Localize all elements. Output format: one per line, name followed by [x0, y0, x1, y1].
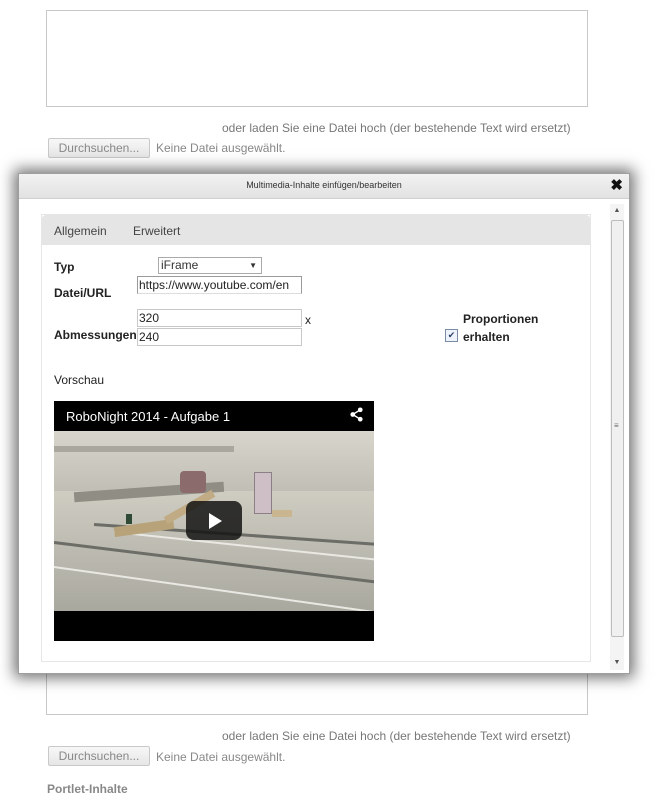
scroll-thumb[interactable]: ≡: [611, 220, 624, 637]
dimensions-label: Abmessungen: [54, 328, 137, 342]
close-icon[interactable]: ✖: [610, 176, 623, 194]
browse-button-top[interactable]: Durchsuchen...: [48, 138, 150, 158]
portlet-contents-label: Portlet-Inhalte: [47, 782, 128, 796]
height-input[interactable]: 240: [137, 328, 302, 346]
proportions-label: Proportionen: [463, 312, 539, 326]
url-label: Datei/URL: [54, 286, 112, 300]
dialog-content: Allgemein Erweitert Typ iFrame ▼ Datei/U…: [41, 214, 591, 662]
share-icon[interactable]: [349, 407, 364, 426]
no-file-text-top: Keine Datei ausgewählt.: [156, 141, 286, 155]
tab-bar: Allgemein Erweitert: [42, 215, 590, 245]
url-input[interactable]: https://www.youtube.com/en: [137, 276, 302, 294]
scroll-down-arrow-icon[interactable]: ▼: [610, 656, 624, 670]
text-area-top[interactable]: [46, 10, 588, 107]
type-select-value: iFrame: [161, 258, 199, 272]
dialog-titlebar[interactable]: Multimedia-Inhalte einfügen/bearbeiten ✖: [19, 174, 629, 199]
text-area-bottom[interactable]: [46, 674, 588, 715]
grip-icon: ≡: [614, 421, 619, 430]
video-title: RoboNight 2014 - Aufgabe 1: [66, 409, 231, 424]
keep-proportions-checkbox[interactable]: ✔: [445, 329, 458, 342]
type-label: Typ: [54, 260, 75, 274]
width-input[interactable]: 320: [137, 309, 302, 327]
proportions-label-second-line: erhalten: [463, 330, 510, 344]
chevron-down-icon: ▼: [249, 261, 257, 270]
dimensions-separator: x: [305, 313, 311, 327]
video-tower: [254, 472, 272, 514]
dialog-scrollbar[interactable]: ▲ ≡ ▼: [610, 204, 624, 670]
no-file-text-bottom: Keine Datei ausgewählt.: [156, 750, 286, 764]
multimedia-dialog: Multimedia-Inhalte einfügen/bearbeiten ✖…: [18, 173, 630, 674]
type-select[interactable]: iFrame ▼: [158, 257, 262, 274]
video-block: [272, 510, 292, 517]
browse-button-bottom[interactable]: Durchsuchen...: [48, 746, 150, 766]
tab-advanced[interactable]: Erweitert: [133, 224, 180, 238]
upload-hint-top: oder laden Sie eine Datei hoch (der best…: [222, 121, 571, 135]
video-small-object: [126, 514, 132, 524]
tab-general[interactable]: Allgemein: [54, 224, 107, 238]
preview-label: Vorschau: [54, 373, 105, 387]
dialog-title: Multimedia-Inhalte einfügen/bearbeiten: [246, 180, 402, 190]
video-robot: [180, 471, 206, 493]
play-icon[interactable]: [186, 501, 242, 540]
scroll-up-arrow-icon[interactable]: ▲: [610, 204, 624, 218]
video-wall-strip: [54, 446, 234, 452]
video-preview[interactable]: RoboNight 2014 - Aufgabe 1: [54, 401, 374, 641]
upload-hint-bottom: oder laden Sie eine Datei hoch (der best…: [222, 729, 571, 743]
